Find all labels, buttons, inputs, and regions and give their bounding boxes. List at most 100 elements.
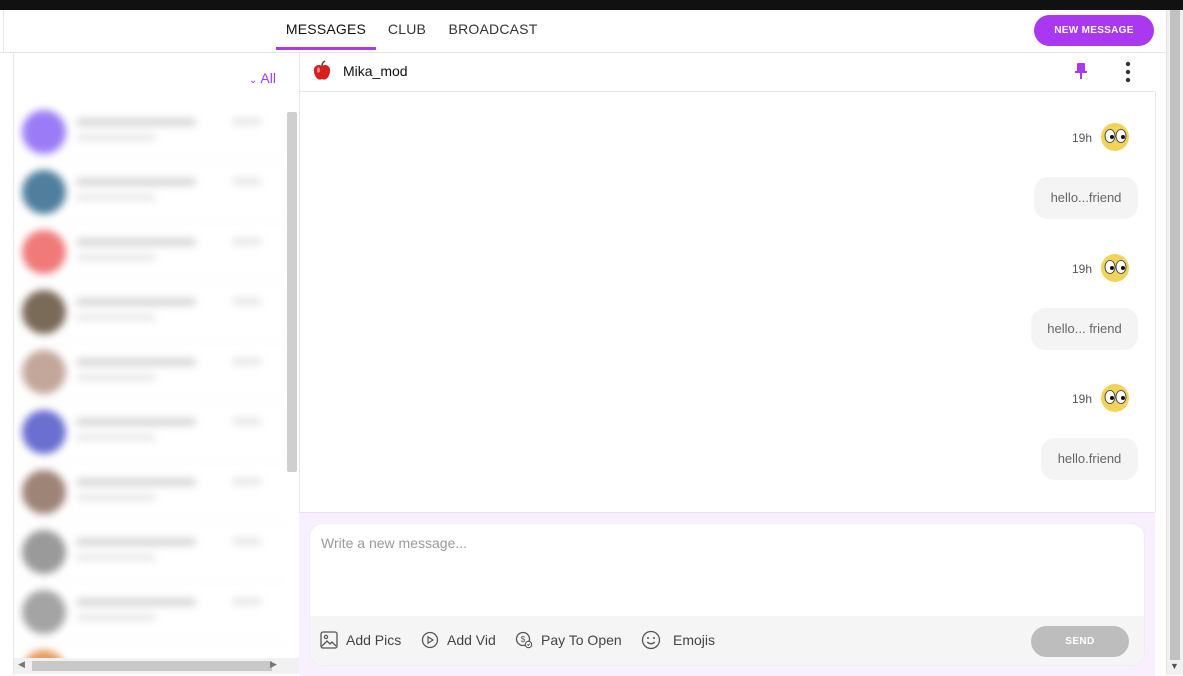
avatar xyxy=(22,170,66,214)
send-button[interactable]: SEND xyxy=(1031,626,1129,657)
browser-top-bar xyxy=(0,0,1183,10)
emojis-button[interactable]: Emojis xyxy=(641,628,715,652)
list-item[interactable] xyxy=(14,222,286,281)
list-item-line xyxy=(76,494,156,501)
list-item[interactable] xyxy=(14,642,286,658)
filter-dropdown[interactable]: ⌄ All xyxy=(249,70,276,86)
new-message-button[interactable]: NEW MESSAGE xyxy=(1034,15,1154,46)
apple-icon xyxy=(313,60,331,80)
scroll-left-icon[interactable]: ◀ xyxy=(18,659,25,670)
composer: Add Pics Add Vid $ Pay xyxy=(309,523,1145,666)
list-item-line xyxy=(76,598,196,606)
list-item-line xyxy=(76,538,196,546)
message-bubble[interactable]: hello.friend xyxy=(1041,438,1138,480)
filter-label: All xyxy=(260,70,276,86)
list-item[interactable] xyxy=(14,162,286,221)
googly-eyes-avatar-icon xyxy=(1101,123,1129,151)
image-icon xyxy=(320,631,338,649)
scroll-right-icon[interactable]: ▶ xyxy=(270,659,277,670)
list-item-line xyxy=(76,314,156,321)
list-item-line xyxy=(76,358,196,366)
add-pics-button[interactable]: Add Pics xyxy=(320,628,401,652)
chevron-down-icon: ⌄ xyxy=(249,75,258,86)
tab-messages[interactable]: MESSAGES xyxy=(276,10,376,50)
message-thread: 19h hello...friend 19h hello... friend 1… xyxy=(299,92,1156,512)
list-item-line xyxy=(76,374,156,381)
list-item-line xyxy=(76,614,156,621)
avatar xyxy=(22,410,66,454)
message-bubble[interactable]: hello... friend xyxy=(1031,308,1138,350)
list-item-time xyxy=(232,298,262,305)
googly-eyes-avatar-icon xyxy=(1101,254,1129,282)
scrollbar-thumb[interactable] xyxy=(1170,10,1180,660)
list-item-line xyxy=(76,194,156,201)
tab-broadcast[interactable]: BROADCAST xyxy=(446,10,540,50)
nav-left-edge xyxy=(0,10,4,52)
avatar xyxy=(22,230,66,274)
list-item-line xyxy=(76,254,156,261)
list-item[interactable] xyxy=(14,342,286,401)
list-item-line xyxy=(76,554,156,561)
list-item-line xyxy=(76,238,196,246)
page-scrollbar[interactable]: ▼ xyxy=(1166,10,1183,675)
list-scrollbar[interactable] xyxy=(287,112,297,472)
message-bubble[interactable]: hello...friend xyxy=(1034,177,1138,219)
list-item-time xyxy=(232,118,262,125)
list-item[interactable] xyxy=(14,282,286,341)
list-item[interactable] xyxy=(14,102,286,161)
more-vertical-icon[interactable] xyxy=(1125,60,1131,84)
list-item[interactable] xyxy=(14,462,286,521)
scrollbar-thumb[interactable] xyxy=(32,661,272,671)
list-item[interactable] xyxy=(14,582,286,641)
googly-eyes-avatar-icon xyxy=(1101,384,1129,412)
message-time: 19h xyxy=(1071,262,1092,276)
conversation-sidebar: ⌄ All ◀ ▶ xyxy=(13,52,300,675)
list-item-line xyxy=(76,478,196,486)
list-item-line xyxy=(76,434,156,441)
avatar xyxy=(22,590,66,634)
list-item-line xyxy=(76,118,196,126)
conversation-list xyxy=(14,102,286,658)
list-item-time xyxy=(232,178,262,185)
list-item-time xyxy=(232,358,262,365)
contact-name[interactable]: Mika_mod xyxy=(343,63,408,79)
list-item[interactable] xyxy=(14,402,286,461)
horizontal-scrollbar[interactable]: ◀ ▶ xyxy=(14,658,299,674)
list-item[interactable] xyxy=(14,522,286,581)
list-item-time xyxy=(232,598,262,605)
tab-club[interactable]: CLUB xyxy=(382,10,432,50)
list-item-time xyxy=(232,238,262,245)
pin-icon[interactable] xyxy=(1075,62,1087,80)
avatar xyxy=(22,290,66,334)
top-nav: MESSAGES CLUB BROADCAST NEW MESSAGE xyxy=(0,10,1166,53)
add-vid-label: Add Vid xyxy=(447,632,496,648)
pay-to-open-button[interactable]: $ Pay To Open xyxy=(515,628,622,652)
avatar xyxy=(22,650,66,658)
messages-page: MESSAGES CLUB BROADCAST NEW MESSAGE ⌄ All xyxy=(0,10,1166,676)
list-item-line xyxy=(76,298,196,306)
composer-area: Add Pics Add Vid $ Pay xyxy=(299,512,1155,676)
list-item-time xyxy=(232,538,262,545)
add-pics-label: Add Pics xyxy=(346,632,402,648)
list-item-line xyxy=(76,418,196,426)
avatar xyxy=(22,350,66,394)
avatar xyxy=(22,530,66,574)
composer-toolbar: Add Pics Add Vid $ Pay To Open Emojis SE… xyxy=(310,616,1144,665)
add-vid-button[interactable]: Add Vid xyxy=(421,628,496,652)
message-time: 19h xyxy=(1071,392,1092,406)
svg-text:$: $ xyxy=(521,635,526,644)
list-item-line xyxy=(76,178,196,186)
chat-header: Mika_mod xyxy=(299,52,1155,92)
list-item-time xyxy=(232,478,262,485)
emojis-label: Emojis xyxy=(673,632,716,648)
play-icon xyxy=(421,631,439,649)
message-input[interactable] xyxy=(310,524,1144,616)
smile-icon xyxy=(641,630,661,650)
pay-icon: $ xyxy=(515,631,533,649)
list-item-time xyxy=(232,418,262,425)
list-item-line xyxy=(76,134,156,141)
scroll-down-icon[interactable]: ▼ xyxy=(1170,661,1179,671)
avatar xyxy=(22,110,66,154)
message-time: 19h xyxy=(1071,131,1092,145)
pay-to-open-label: Pay To Open xyxy=(541,632,622,648)
